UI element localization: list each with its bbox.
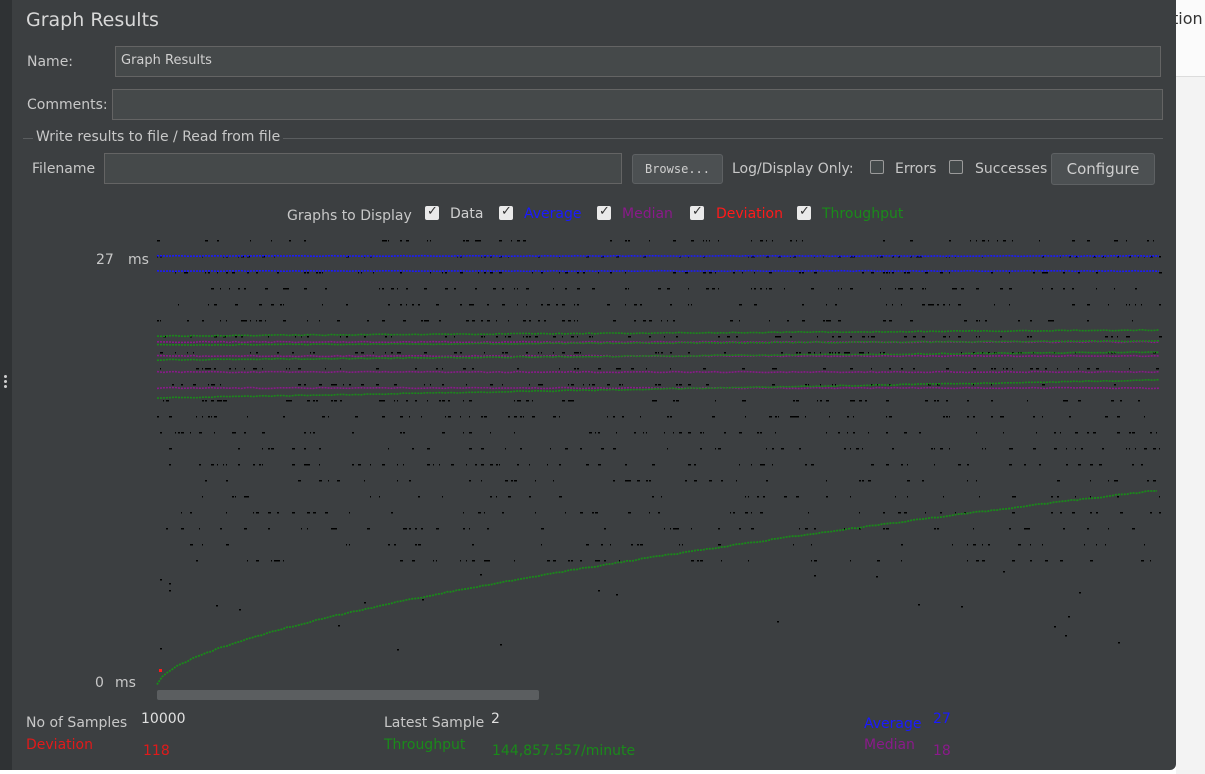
samples-label: No of Samples [26,715,128,731]
throughput-stat-value: 144,857.557/minute [492,743,636,759]
average-line [156,254,1160,258]
data-points [157,240,1162,651]
median-stat-value: 18 [933,743,951,759]
median-line [156,370,1160,374]
graph-results-panel: Graph Results Name: Graph Results Commen… [0,0,1176,770]
graph-horizontal-scrollbar[interactable] [157,690,539,700]
latest-sample-label: Latest Sample [384,715,485,731]
throughput-stat-label: Throughput [384,737,466,753]
median-stat-label: Median [864,737,915,753]
results-graph [156,240,1162,685]
average-stat-value: 27 [933,711,951,727]
deviation-stat-label: Deviation [26,737,93,753]
latest-sample-value: 2 [491,711,500,727]
average-line [156,269,1160,273]
samples-value: 10000 [141,711,186,727]
deviation-stat-value: 118 [143,743,170,759]
average-stat-label: Average [864,716,922,732]
background-window-text: tion [1172,9,1203,28]
throughput-curve [156,490,1158,685]
throughput-line [156,328,1160,338]
deviation-point [159,669,162,672]
background-window [1176,0,1205,774]
